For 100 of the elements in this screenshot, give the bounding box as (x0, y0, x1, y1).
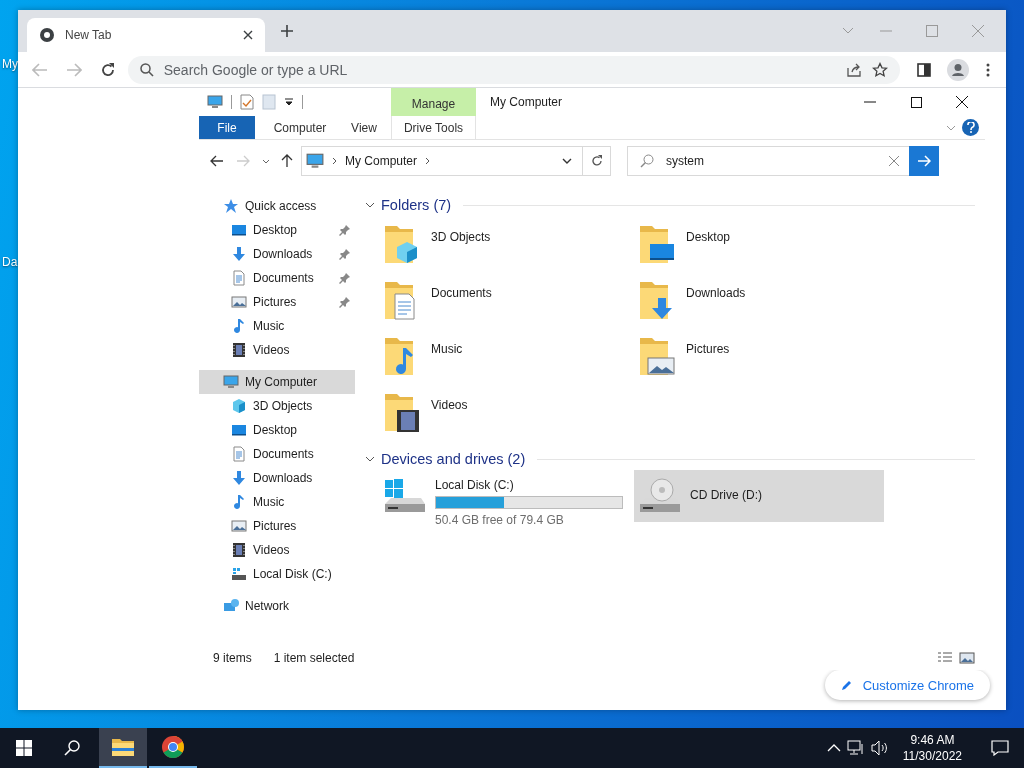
ribbon-tab[interactable]: Drive Tools (391, 116, 476, 139)
right-arrow-icon (917, 155, 931, 167)
folder-item[interactable]: Pictures (634, 328, 889, 384)
expand-ribbon-chevron-icon[interactable] (946, 124, 956, 131)
folder-item[interactable]: Videos (379, 384, 634, 440)
search-icon (64, 740, 80, 756)
nav-item[interactable]: Downloads (199, 242, 355, 266)
forward-arrow-icon (236, 155, 250, 167)
item-count: 9 items (213, 651, 252, 665)
ribbon-tab[interactable]: View (337, 116, 391, 139)
document-icon (231, 446, 247, 462)
nav-item[interactable]: Desktop (199, 218, 355, 242)
nav-item[interactable]: Network (199, 594, 355, 618)
ribbon-tab[interactable]: Computer (263, 116, 337, 139)
nav-item[interactable]: Music (199, 314, 355, 338)
nav-item[interactable]: 3D Objects (199, 394, 355, 418)
nav-item[interactable]: My Computer (199, 370, 355, 394)
address-bar[interactable]: Search Google or type a URL (127, 55, 901, 84)
group-header[interactable]: Devices and drives (2) (381, 451, 526, 467)
nav-item[interactable]: Pictures (199, 514, 355, 538)
menu-icon (986, 62, 991, 77)
folder-item[interactable]: Downloads (634, 272, 889, 328)
refresh-icon (590, 155, 603, 167)
nav-item[interactable]: Videos (199, 338, 355, 362)
chevron-right-icon (332, 157, 337, 165)
back-arrow-icon (31, 62, 48, 77)
search-field[interactable]: system (627, 146, 939, 176)
close-icon (956, 96, 968, 108)
picture-icon (231, 518, 247, 534)
nav-item[interactable]: Pictures (199, 290, 355, 314)
help-button[interactable] (962, 119, 979, 136)
ribbon-tab[interactable]: File (199, 116, 255, 139)
share-icon[interactable] (846, 61, 863, 78)
address-field[interactable]: My Computer (301, 146, 611, 176)
music-note-icon (231, 494, 247, 510)
close-icon[interactable] (243, 30, 253, 40)
film-icon (231, 342, 247, 358)
nav-item[interactable]: Desktop (199, 418, 355, 442)
monitor-icon (231, 222, 247, 238)
group-header[interactable]: Folders (7) (381, 197, 452, 213)
network-icon (223, 598, 239, 614)
network-icon[interactable] (846, 740, 865, 756)
breadcrumb[interactable]: My Computer (345, 154, 418, 168)
nav-item[interactable]: Videos (199, 538, 355, 562)
chevron-down-icon[interactable] (365, 200, 375, 210)
search-icon (640, 154, 654, 168)
contextual-tab-group: Manage (391, 88, 476, 116)
large-icons-view-icon[interactable] (959, 651, 975, 665)
chevron-down-icon (262, 158, 270, 164)
minimize-icon (864, 101, 876, 103)
chevron-up-icon[interactable] (826, 744, 841, 752)
folder-item[interactable]: Documents (379, 272, 634, 328)
nav-item[interactable]: Quick access (199, 194, 355, 218)
back-arrow-icon (210, 155, 224, 167)
nav-item[interactable]: Downloads (199, 466, 355, 490)
up-arrow-icon (281, 154, 293, 168)
film-icon (231, 542, 247, 558)
drive-item[interactable]: CD Drive (D:) (634, 470, 884, 522)
nav-item[interactable]: Documents (199, 266, 355, 290)
browser-logo-icon (161, 735, 185, 759)
star-icon (223, 198, 239, 214)
person-icon (947, 58, 970, 81)
chevron-down-icon[interactable] (562, 158, 572, 164)
nav-item[interactable]: Local Disk (C:) (199, 562, 355, 586)
customize-button[interactable]: Customize Chrome (824, 670, 990, 700)
taskbar-app-button[interactable] (99, 728, 147, 768)
message-bubble-icon (991, 740, 1009, 756)
download-arrow-icon (231, 246, 247, 262)
star-icon[interactable] (872, 61, 889, 78)
pencil-icon (840, 679, 853, 691)
browser-tab[interactable]: New Tab (27, 18, 265, 52)
windows-logo-icon (16, 740, 32, 756)
date-text: 11/30/2022 (902, 748, 962, 764)
dropdown-caret-icon[interactable] (284, 97, 294, 107)
clear-icon[interactable] (889, 156, 899, 166)
folder-icon (111, 737, 135, 757)
picture-icon (231, 294, 247, 310)
folder-item[interactable]: Desktop (634, 216, 889, 272)
search-go-button[interactable] (909, 146, 939, 176)
cube-icon (231, 398, 247, 414)
reload-icon (99, 61, 116, 78)
chevron-down-icon[interactable] (365, 454, 375, 464)
plus-icon (280, 24, 294, 38)
properties-icon[interactable] (240, 94, 254, 110)
drive-icon (231, 566, 247, 582)
nav-item[interactable]: Music (199, 490, 355, 514)
monitor-icon (231, 422, 247, 438)
download-arrow-icon (231, 470, 247, 486)
window-title: My Computer (489, 94, 563, 111)
folder-item[interactable]: Music (379, 328, 634, 384)
speaker-icon[interactable] (870, 740, 889, 756)
time-text: 9:46 AM (910, 732, 955, 748)
folder-item[interactable]: 3D Objects (379, 216, 634, 272)
side-panel-icon (917, 62, 932, 77)
clock[interactable]: 9:46 AM 11/30/2022 (894, 732, 970, 764)
forward-arrow-icon (65, 62, 82, 77)
drive-item[interactable]: Local Disk (C:) 50.4 GB free of 79.4 GB (379, 470, 629, 522)
search-icon (139, 62, 154, 77)
computer-icon (223, 374, 239, 390)
nav-item[interactable]: Documents (199, 442, 355, 466)
